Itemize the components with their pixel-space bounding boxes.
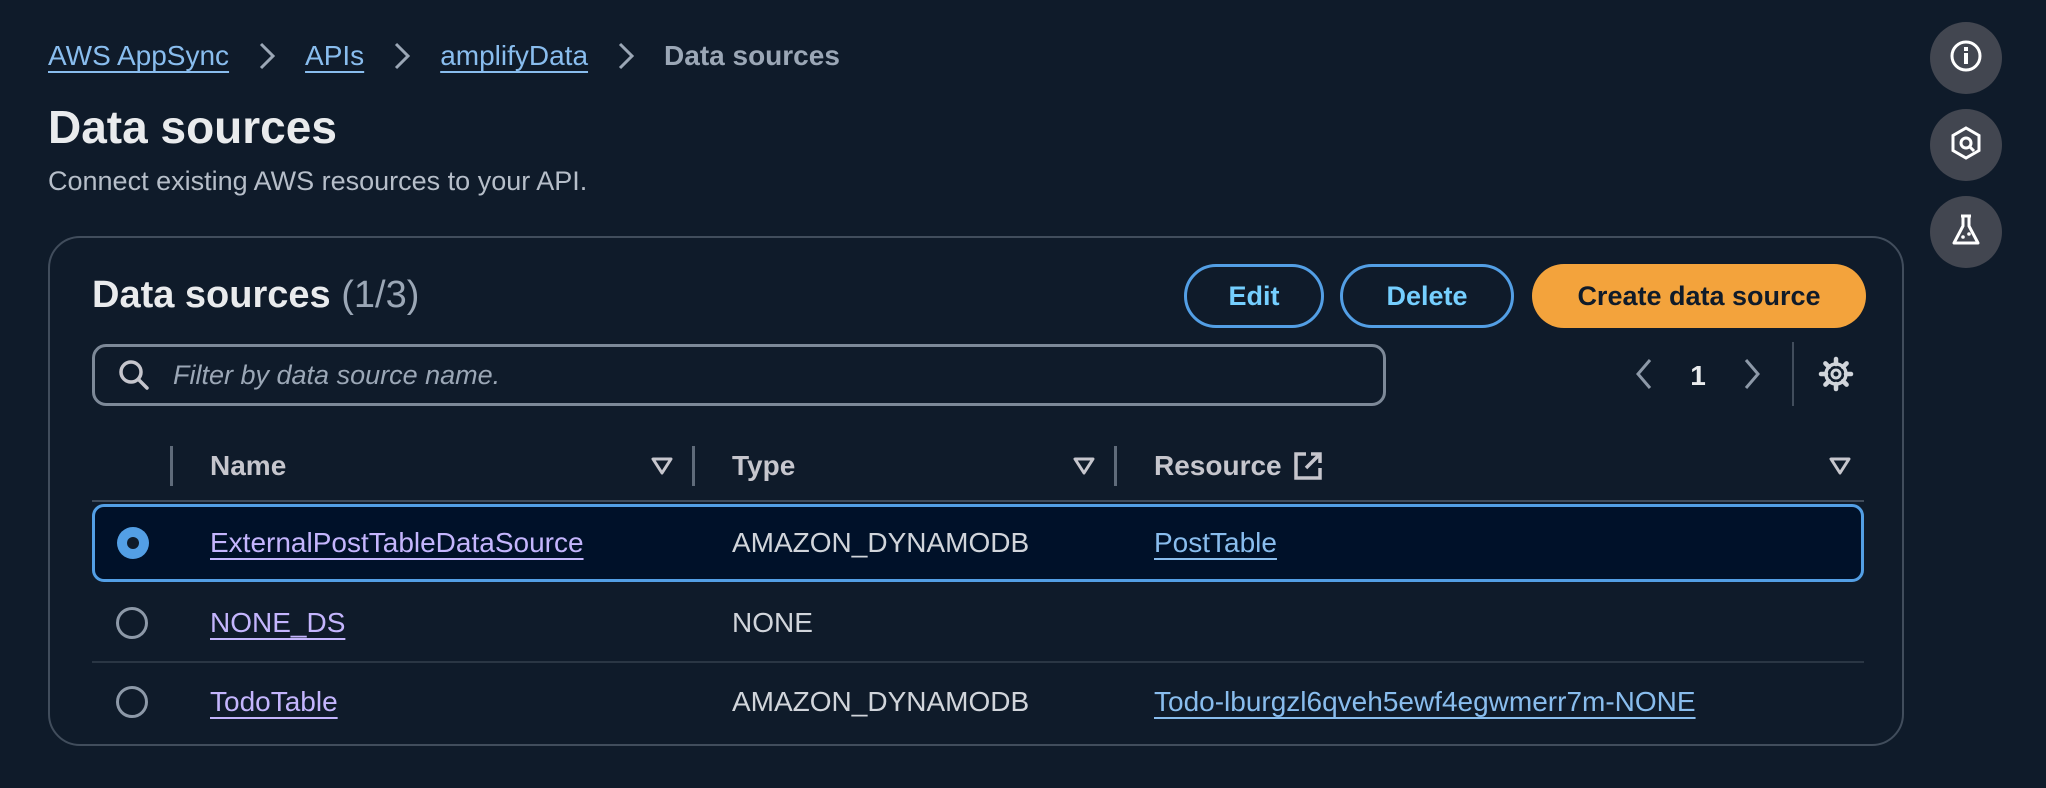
column-header-resource[interactable]: Resource (1154, 450, 1282, 482)
data-source-type: NONE (732, 607, 813, 638)
row-radio-button[interactable] (116, 607, 148, 639)
delete-button[interactable]: Delete (1340, 264, 1514, 328)
amazon-q-button[interactable] (1930, 109, 2002, 181)
data-source-resource-link[interactable]: PostTable (1154, 527, 1277, 559)
sort-down-icon[interactable] (650, 454, 674, 478)
row-radio-button[interactable] (117, 527, 149, 559)
data-source-type: AMAZON_DYNAMODB (732, 527, 1030, 558)
page-number-label: 1 (1690, 360, 1706, 391)
breadcrumb-link-apis[interactable]: APIs (305, 40, 364, 72)
pagination-divider (1792, 342, 1794, 406)
page-description: Connect existing AWS resources to your A… (48, 166, 588, 196)
panel-title: Data sources (1/3) (92, 274, 419, 317)
row-radio-button[interactable] (116, 686, 148, 718)
column-header-name[interactable]: Name (210, 450, 286, 482)
chevron-right-icon (384, 38, 420, 74)
data-source-type: AMAZON_DYNAMODB (732, 686, 1030, 717)
previous-page-button[interactable] (1624, 348, 1664, 404)
sort-down-icon[interactable] (1828, 454, 1852, 478)
panel-title-text: Data sources (92, 274, 331, 316)
table-row[interactable]: NONE_DS NONE (92, 585, 1864, 663)
search-field (92, 344, 1386, 406)
edit-button[interactable]: Edit (1184, 264, 1324, 328)
external-link-icon (1292, 450, 1324, 482)
selection-count: (1/3) (341, 274, 420, 316)
breadcrumb: AWS AppSync APIs amplifyData Data source… (48, 38, 840, 74)
sort-down-icon[interactable] (1072, 454, 1096, 478)
page-number-1[interactable]: 1 (1678, 348, 1718, 404)
create-data-source-button[interactable]: Create data source (1532, 264, 1866, 328)
column-divider (170, 446, 173, 486)
breadcrumb-link-amplifydata[interactable]: amplifyData (440, 40, 588, 72)
breadcrumb-current: Data sources (664, 40, 840, 71)
column-divider (1114, 446, 1117, 486)
data-sources-container: Data sources (1/3) Edit Delete Create da… (48, 236, 1904, 746)
data-source-name-link[interactable]: ExternalPostTableDataSource (210, 527, 584, 559)
gear-icon (1818, 356, 1854, 397)
page-title: Data sources (48, 101, 337, 153)
chevron-left-icon (1634, 357, 1654, 396)
chevron-right-icon (1742, 357, 1762, 396)
chevron-right-icon (249, 38, 285, 74)
next-page-button[interactable] (1732, 348, 1772, 404)
flask-icon (1948, 212, 1984, 253)
data-source-name-link[interactable]: TodoTable (210, 686, 338, 718)
info-button[interactable] (1930, 22, 2002, 94)
table-row[interactable]: TodoTable AMAZON_DYNAMODB Todo-lburgzl6q… (92, 663, 1864, 741)
info-icon (1948, 38, 1984, 79)
labs-button[interactable] (1930, 196, 2002, 268)
column-header-type[interactable]: Type (732, 450, 795, 482)
data-source-name-link[interactable]: NONE_DS (210, 607, 345, 639)
preferences-button[interactable] (1808, 348, 1864, 404)
breadcrumb-link-appsync[interactable]: AWS AppSync (48, 40, 229, 72)
column-divider (692, 446, 695, 486)
data-source-resource-link[interactable]: Todo-lburgzl6qveh5ewf4egwmerr7m-NONE (1154, 686, 1696, 718)
search-input[interactable] (171, 358, 1383, 392)
chevron-right-icon (608, 38, 644, 74)
search-icon (117, 358, 151, 392)
table-row[interactable]: ExternalPostTableDataSource AMAZON_DYNAM… (92, 504, 1864, 582)
table-header: Name Type Resource (92, 436, 1864, 502)
hexagon-q-icon (1948, 125, 1984, 166)
